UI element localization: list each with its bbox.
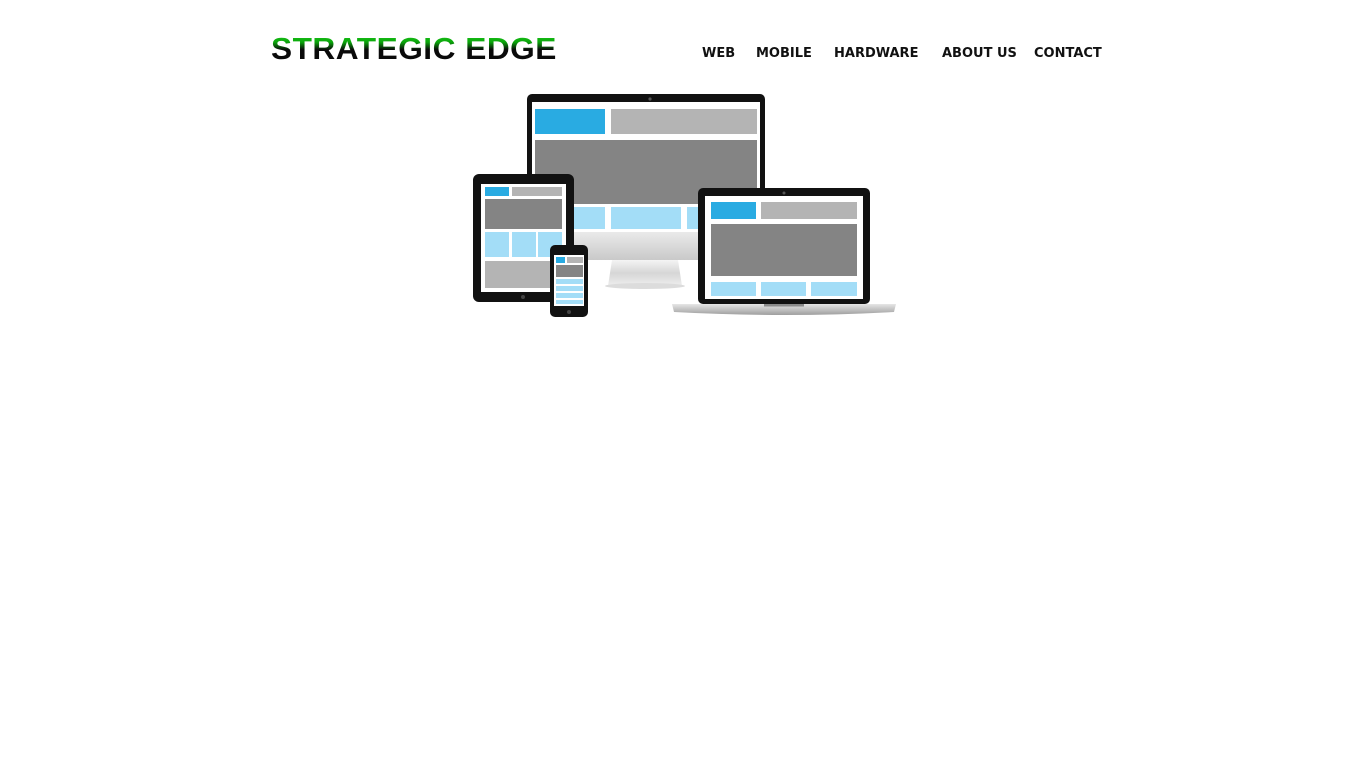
nav-item-web[interactable]: WEB bbox=[702, 45, 735, 63]
nav-item-contact[interactable]: CONTACT bbox=[1034, 45, 1102, 63]
page: STRATEGIC EDGE WEB MOBILE HARDWARE ABOUT… bbox=[0, 0, 1366, 768]
phone-device bbox=[550, 245, 588, 317]
laptop-device bbox=[672, 188, 896, 315]
nav-item-about-us[interactable]: ABOUT US bbox=[942, 45, 1017, 63]
main-nav: WEB MOBILE HARDWARE ABOUT US CONTACT bbox=[0, 45, 1366, 65]
nav-item-mobile[interactable]: MOBILE bbox=[756, 45, 812, 63]
nav-item-hardware[interactable]: HARDWARE bbox=[834, 45, 918, 63]
responsive-devices-illustration bbox=[473, 94, 896, 317]
